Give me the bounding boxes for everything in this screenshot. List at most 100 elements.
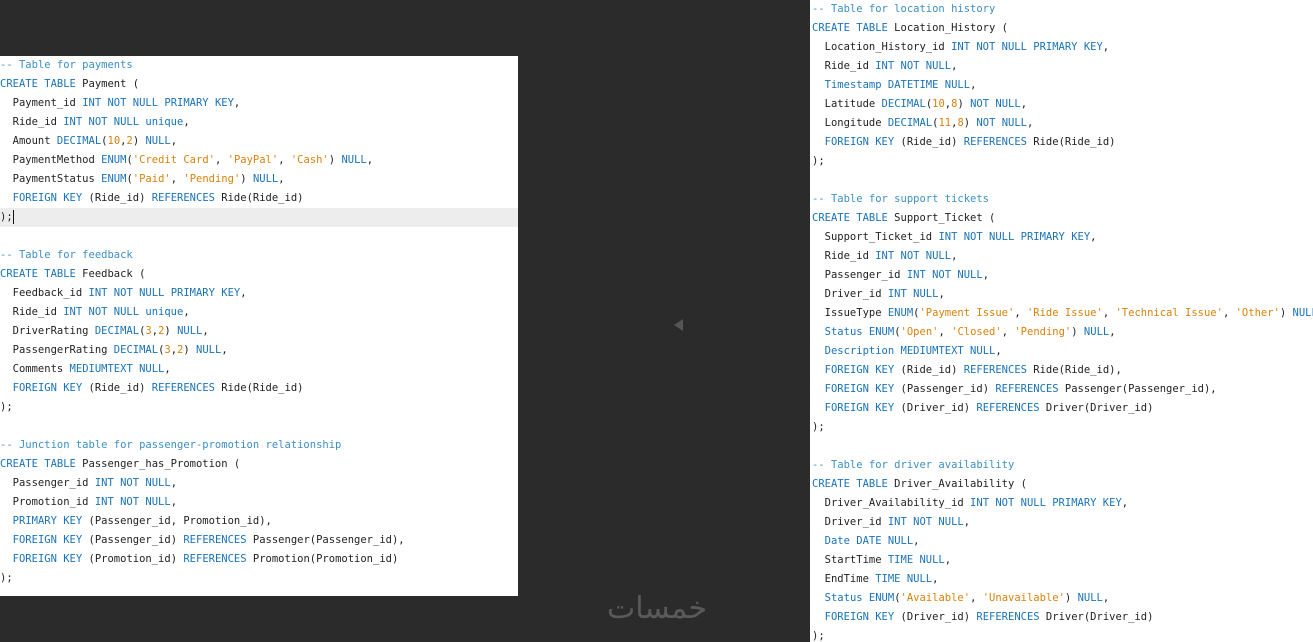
code-line[interactable] [810, 171, 1313, 190]
code-token: FOREIGN KEY [12, 192, 83, 204]
code-line[interactable]: Date DATE NULL, [810, 532, 1313, 551]
code-line[interactable]: ); [0, 569, 518, 588]
code-line[interactable]: Passenger_id INT NOT NULL, [0, 474, 518, 493]
code-panel-left[interactable]: -- Table for payments CREATE TABLE Paymen… [0, 56, 518, 596]
code-line[interactable]: ); [810, 418, 1313, 437]
code-token: ) [957, 98, 971, 110]
code-token: INT NOT NULL PRIMARY KEY [88, 287, 241, 299]
code-token: , [170, 173, 184, 185]
code-line[interactable]: Ride_id INT NOT NULL, [810, 57, 1313, 76]
code-token: TIME NULL [875, 573, 933, 585]
code-line[interactable]: DriverRating DECIMAL(3,2) NULL, [0, 322, 518, 341]
code-line[interactable]: StartTime TIME NULL, [810, 551, 1313, 570]
code-token: INT NOT NULL [887, 516, 964, 528]
code-line[interactable]: Comments MEDIUMTEXT NULL, [0, 360, 518, 379]
code-block-right[interactable]: -- Table for location history CREATE TABL… [810, 0, 1313, 642]
code-line[interactable]: Ride_id INT NOT NULL unique, [0, 303, 518, 322]
code-line[interactable]: FOREIGN KEY (Passenger_id) REFERENCES Pa… [0, 531, 518, 550]
code-token: ENUM [101, 154, 127, 166]
code-line[interactable]: Driver_id INT NULL, [810, 285, 1313, 304]
code-token: NOT NULL [976, 117, 1027, 129]
code-line[interactable]: PassengerRating DECIMAL(3,2) NULL, [0, 341, 518, 360]
code-line[interactable] [0, 417, 518, 436]
code-line[interactable]: Status ENUM('Available', 'Unavailable') … [810, 589, 1313, 608]
code-token: REFERENCES [183, 553, 247, 565]
code-line[interactable]: Driver_Availability_id INT NOT NULL PRIM… [810, 494, 1313, 513]
code-token: 'Payment Issue' [919, 307, 1015, 319]
code-token: Driver(Driver_id) [1039, 402, 1154, 414]
code-line[interactable]: -- Table for payments [0, 56, 518, 75]
code-line[interactable]: Feedback_id INT NOT NULL PRIMARY KEY, [0, 284, 518, 303]
code-line[interactable]: FOREIGN KEY (Ride_id) REFERENCES Ride(Ri… [810, 361, 1313, 380]
code-token: , [183, 116, 190, 128]
code-token: CREATE TABLE [812, 478, 888, 490]
code-line[interactable]: Promotion_id INT NOT NULL, [0, 493, 518, 512]
code-token: MEDIUMTEXT NULL [69, 363, 165, 375]
code-token: Ride_id [812, 60, 876, 72]
code-token: CREATE TABLE [0, 268, 76, 280]
code-line[interactable]: FOREIGN KEY (Ride_id) REFERENCES Ride(Ri… [810, 133, 1313, 152]
code-line[interactable]: Driver_id INT NOT NULL, [810, 513, 1313, 532]
code-line[interactable]: ); [810, 627, 1313, 642]
code-line[interactable]: FOREIGN KEY (Driver_id) REFERENCES Drive… [810, 608, 1313, 627]
code-line[interactable]: -- Table for driver availability [810, 456, 1313, 475]
code-line[interactable]: Support_Ticket_id INT NOT NULL PRIMARY K… [810, 228, 1313, 247]
code-line[interactable]: Timestamp DATETIME NULL, [810, 76, 1313, 95]
code-line[interactable]: CREATE TABLE Location_History ( [810, 19, 1313, 38]
code-line[interactable]: PaymentMethod ENUM('Credit Card', 'PayPa… [0, 151, 518, 170]
code-line[interactable]: -- Junction table for passenger-promotio… [0, 436, 518, 455]
code-line[interactable]: ); [810, 152, 1313, 171]
code-line[interactable]: Passenger_id INT NOT NULL, [810, 266, 1313, 285]
code-line[interactable]: EndTime TIME NULL, [810, 570, 1313, 589]
code-line[interactable]: CREATE TABLE Passenger_has_Promotion ( [0, 455, 518, 474]
code-line[interactable]: PaymentStatus ENUM('Paid', 'Pending') NU… [0, 170, 518, 189]
code-line[interactable]: Longitude DECIMAL(11,8) NOT NULL, [810, 114, 1313, 133]
code-line[interactable]: FOREIGN KEY (Ride_id) REFERENCES Ride(Ri… [0, 379, 518, 398]
code-line[interactable]: Ride_id INT NOT NULL unique, [0, 113, 518, 132]
code-token: -- Table for support tickets [812, 193, 990, 205]
code-token: DECIMAL [887, 117, 933, 129]
code-token: Driver(Driver_id) [1039, 611, 1154, 623]
code-line[interactable]: Amount DECIMAL(10,2) NULL, [0, 132, 518, 151]
code-line[interactable]: Status ENUM('Open', 'Closed', 'Pending')… [810, 323, 1313, 342]
code-line[interactable]: CREATE TABLE Feedback ( [0, 265, 518, 284]
code-line[interactable]: -- Table for feedback [0, 246, 518, 265]
code-line[interactable]: FOREIGN KEY (Promotion_id) REFERENCES Pr… [0, 550, 518, 569]
code-line[interactable]: IssueType ENUM('Payment Issue', 'Ride Is… [810, 304, 1313, 323]
code-token: Passenger(Passenger_id), [246, 534, 405, 546]
code-token: INT NOT NULL [875, 250, 952, 262]
code-line[interactable]: CREATE TABLE Payment ( [0, 75, 518, 94]
code-token: (Driver_id) [894, 611, 977, 623]
code-line[interactable]: -- Table for support tickets [810, 190, 1313, 209]
code-line[interactable]: Ride_id INT NOT NULL, [810, 247, 1313, 266]
code-line[interactable]: Location_History_id INT NOT NULL PRIMARY… [810, 38, 1313, 57]
code-line[interactable] [0, 227, 518, 246]
code-token: Location_History_id [812, 41, 952, 53]
code-token: , [233, 97, 241, 109]
code-line[interactable]: PRIMARY KEY (Passenger_id, Promotion_id)… [0, 512, 518, 531]
code-line[interactable]: Latitude DECIMAL(10,8) NOT NULL, [810, 95, 1313, 114]
code-line[interactable]: CREATE TABLE Support_Ticket ( [810, 209, 1313, 228]
code-token: ) [240, 173, 253, 185]
code-line[interactable]: FOREIGN KEY (Passenger_id) REFERENCES Pa… [810, 380, 1313, 399]
code-line[interactable]: ); [0, 208, 518, 227]
code-line[interactable]: ); [0, 398, 518, 417]
code-token: Payment_id [0, 97, 83, 109]
code-line[interactable]: FOREIGN KEY (Driver_id) REFERENCES Drive… [810, 399, 1313, 418]
code-panel-right[interactable]: -- Table for location history CREATE TABL… [810, 0, 1313, 642]
code-line[interactable]: -- Table for location history [810, 0, 1313, 19]
code-line[interactable] [810, 437, 1313, 456]
code-line[interactable]: Description MEDIUMTEXT NULL, [810, 342, 1313, 361]
code-line[interactable]: Payment_id INT NOT NULL PRIMARY KEY, [0, 94, 518, 113]
code-token: INT NOT NULL PRIMARY KEY [938, 231, 1091, 243]
collapse-arrow-icon[interactable] [674, 319, 683, 331]
code-token: CREATE TABLE [0, 458, 76, 470]
code-line[interactable]: FOREIGN KEY (Ride_id) REFERENCES Ride(Ri… [0, 189, 518, 208]
code-token: (Ride_id) [894, 136, 964, 148]
code-line[interactable]: CREATE TABLE Driver_Availability ( [810, 475, 1313, 494]
code-token: , [214, 154, 228, 166]
code-block-left[interactable]: -- Table for payments CREATE TABLE Paymen… [0, 56, 518, 588]
